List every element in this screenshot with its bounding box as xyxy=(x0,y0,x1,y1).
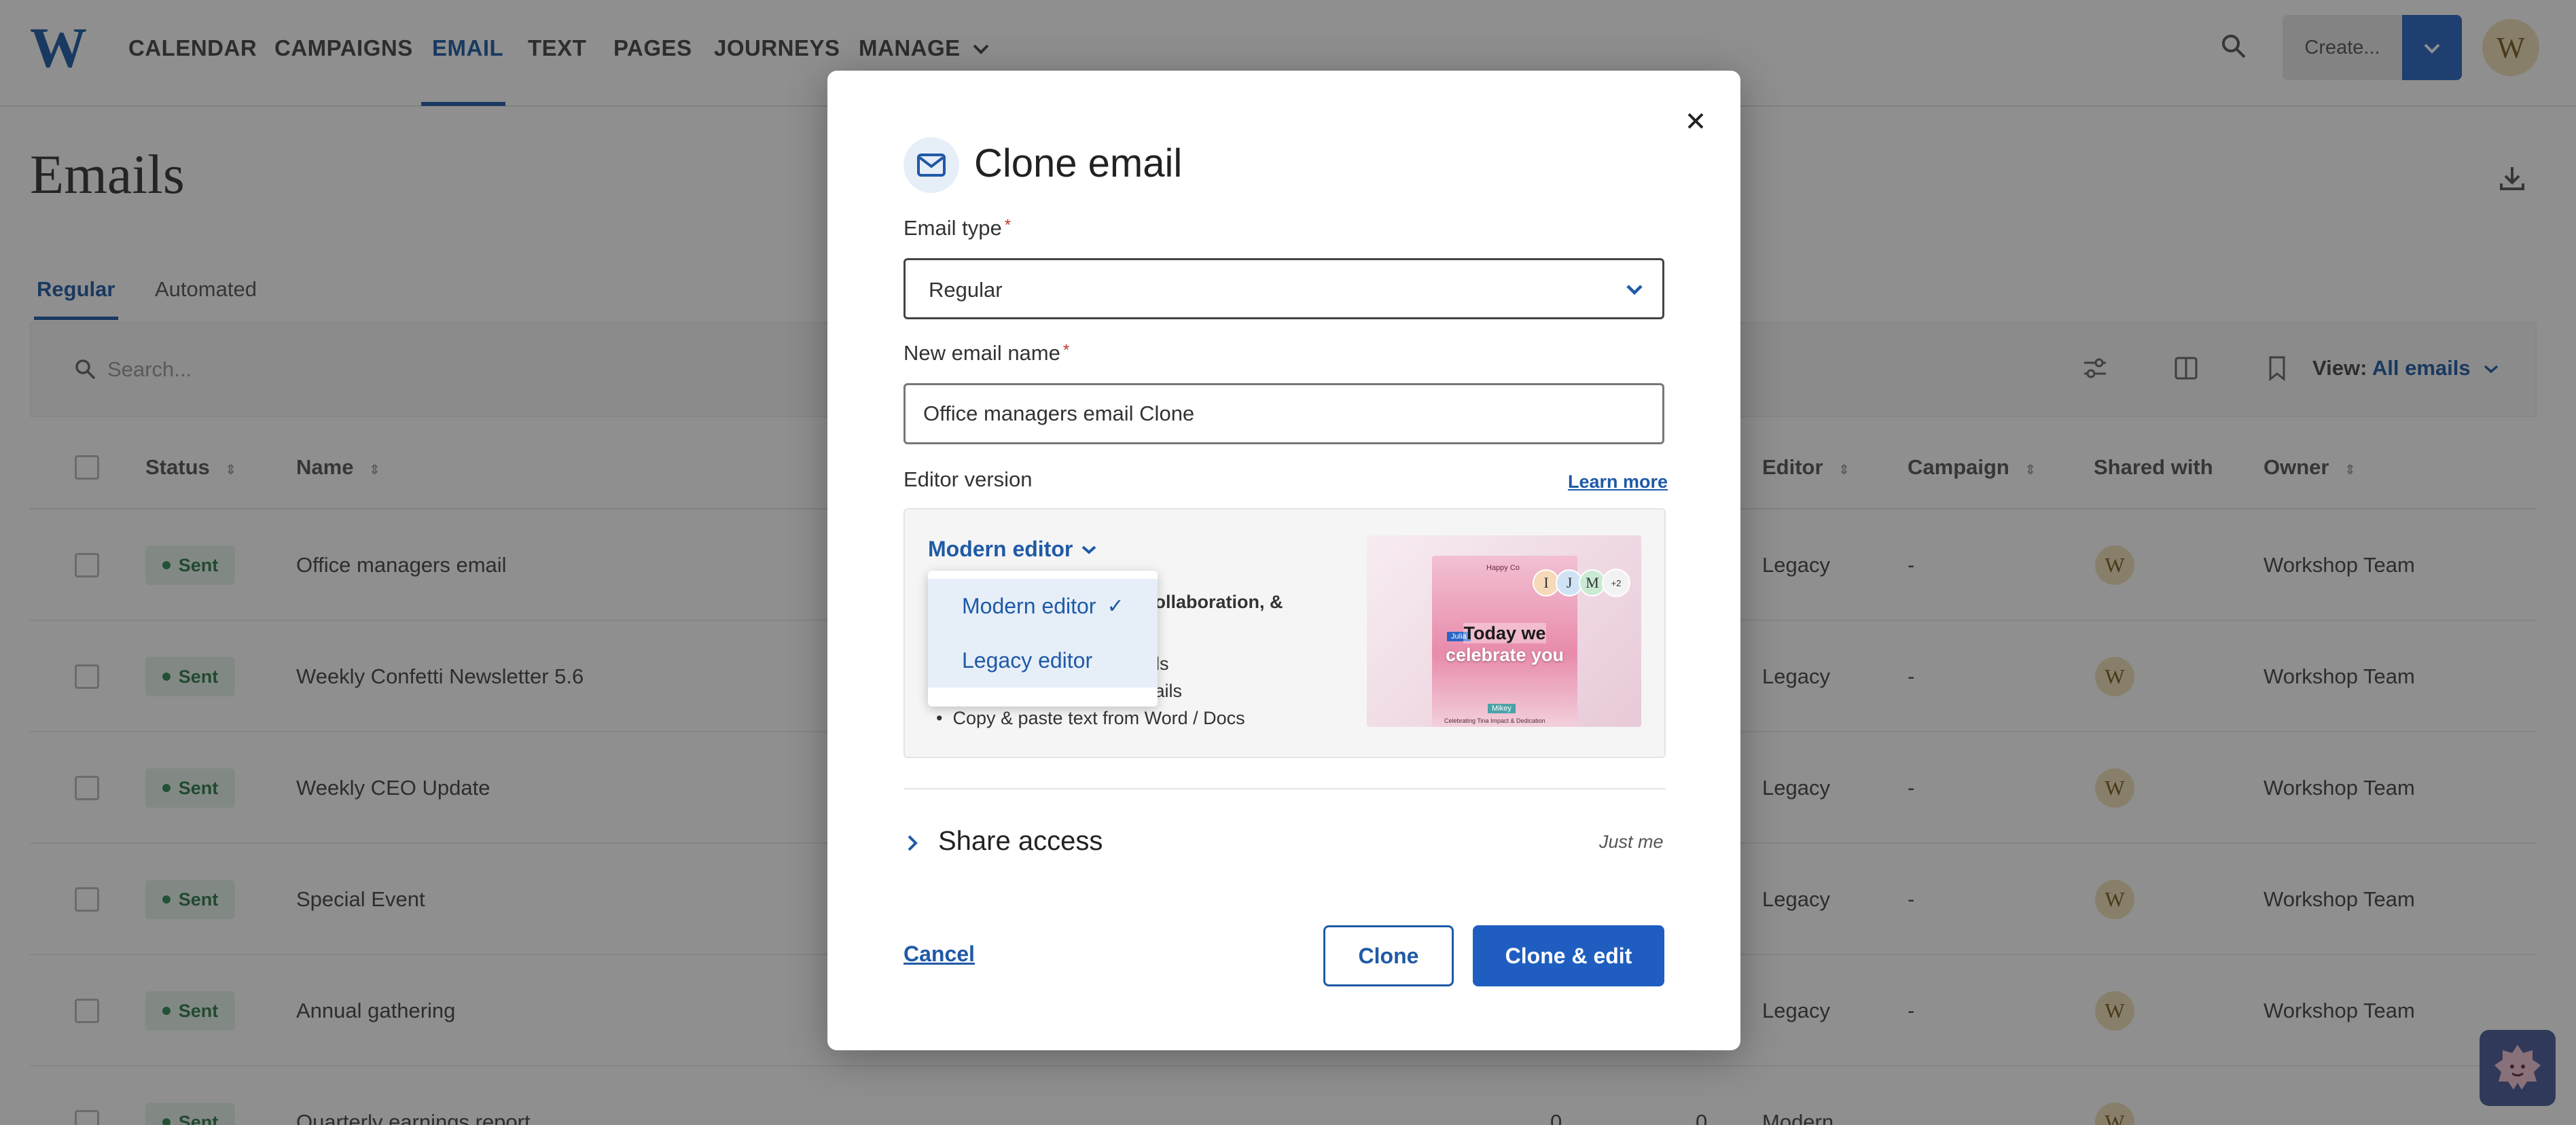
email-type-select[interactable]: Regular xyxy=(904,258,1664,319)
clone-button[interactable]: Clone xyxy=(1323,925,1454,986)
collaborator-more: +2 xyxy=(1602,569,1630,597)
preview-headline: Today we celebrate you xyxy=(1445,623,1564,665)
email-type-value: Regular xyxy=(929,278,1003,302)
close-button[interactable] xyxy=(1681,106,1711,136)
chevron-right-icon[interactable] xyxy=(904,833,921,853)
preview-caption: Celebrating Tina Impact & Dedication xyxy=(1444,717,1545,724)
cancel-button[interactable]: Cancel xyxy=(904,942,975,967)
preview-tag: Mikey xyxy=(1488,704,1516,713)
option-legacy-editor[interactable]: Legacy editor xyxy=(928,633,1158,688)
close-icon xyxy=(1687,113,1704,129)
option-modern-editor[interactable]: Modern editor ✓ xyxy=(928,579,1158,633)
new-email-name-input[interactable] xyxy=(904,383,1664,444)
divider xyxy=(904,788,1666,789)
clone-and-edit-button[interactable]: Clone & edit xyxy=(1473,925,1664,986)
clone-email-modal: Clone email Email type * Regular New emai… xyxy=(827,71,1740,1050)
learn-more-link[interactable]: Learn more xyxy=(1568,471,1668,493)
preview-brand: Happy Co xyxy=(1486,564,1520,572)
editor-version-label: Editor version xyxy=(904,467,1033,491)
email-type-label: Email type * xyxy=(904,216,1012,240)
editor-feature-bullet: • Copy & paste text from Word / Docs xyxy=(936,708,1245,728)
chevron-down-icon xyxy=(1626,285,1643,296)
editor-selected-value: Modern editor xyxy=(928,537,1073,561)
share-access-value: Just me xyxy=(1599,832,1664,852)
email-icon xyxy=(904,137,959,193)
chevron-down-icon xyxy=(1081,546,1096,554)
editor-dropdown-menu: Modern editor ✓ Legacy editor xyxy=(928,571,1158,707)
new-name-label: New email name * xyxy=(904,341,1070,365)
editor-version-select[interactable]: Modern editor xyxy=(928,537,1097,562)
checkmark-icon: ✓ xyxy=(1107,594,1124,618)
share-access-toggle[interactable]: Share access xyxy=(938,826,1103,857)
modal-title: Clone email xyxy=(974,141,1183,185)
editor-preview-image: Happy Co Julia Today we celebrate you Mik… xyxy=(1367,535,1641,727)
